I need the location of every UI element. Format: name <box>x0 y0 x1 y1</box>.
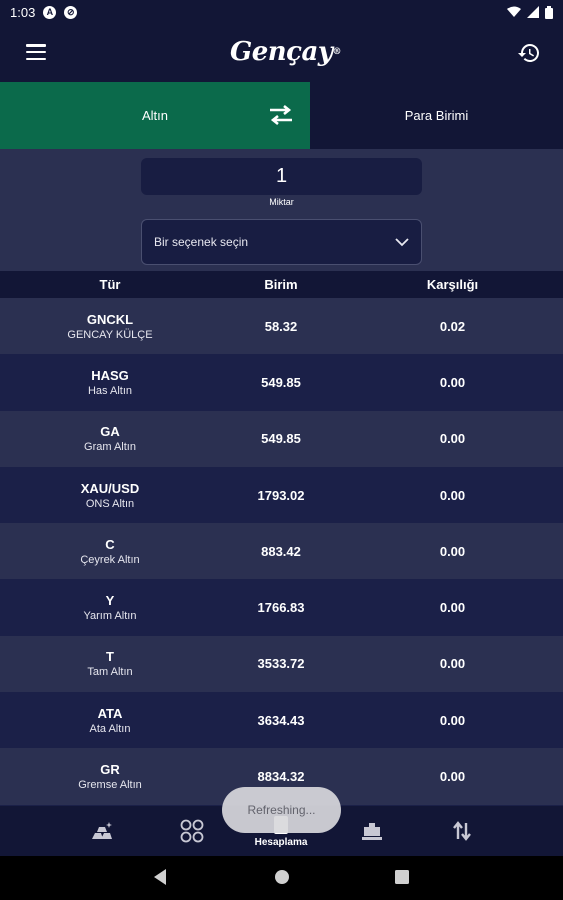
nav-exchange[interactable] <box>440 806 484 856</box>
row-code: GNCKL <box>86 311 134 327</box>
gold-bars-icon <box>92 822 112 839</box>
row-unit: 8834.32 <box>257 769 305 785</box>
table-row[interactable]: GNCKL GENCAY KÜLÇE 58.32 0.02 <box>0 298 563 355</box>
tab-bar: Altın Para Birimi <box>0 82 563 149</box>
row-code: GR <box>100 762 120 778</box>
table-row[interactable]: GA Gram Altın 549.85 0.00 <box>0 410 563 467</box>
tab-currency-label: Para Birimi <box>404 108 469 123</box>
table-row[interactable]: XAU/USD ONS Altın 1793.02 0.00 <box>0 466 563 524</box>
gold-type-select[interactable]: Bir seçenek seçin <box>141 219 422 265</box>
row-name: Gremse Altın <box>78 779 142 792</box>
row-name: Yarım Altın <box>83 610 137 623</box>
row-value: 0.00 <box>439 431 466 447</box>
rates-table: GNCKL GENCAY KÜLÇE 58.32 0.02 HASG Has Alt… <box>0 298 563 805</box>
back-icon[interactable] <box>152 868 168 886</box>
row-value: 0.00 <box>439 487 466 503</box>
row-name: ONS Altın <box>85 497 135 510</box>
android-auto-icon: A <box>43 5 57 19</box>
refreshing-toast: Refreshing... <box>222 787 341 833</box>
signal-icon <box>527 6 539 18</box>
row-value: 0.00 <box>439 543 466 559</box>
row-name: Tam Altın <box>87 666 133 679</box>
row-unit: 549.85 <box>261 374 301 390</box>
row-name: Gram Altın <box>84 441 136 454</box>
row-code: ATA <box>97 705 123 721</box>
battery-icon <box>545 5 553 19</box>
app-bar: Gençay ® <box>0 24 563 82</box>
table-row[interactable]: T Tam Altın 3533.72 0.00 <box>0 635 563 693</box>
row-code: C <box>105 536 115 552</box>
header-equivalent: Karşılığı <box>426 277 479 292</box>
row-value: 0.00 <box>439 656 466 672</box>
app-logo: Gençay ® <box>230 34 341 70</box>
row-unit: 883.42 <box>261 543 301 559</box>
row-name: Çeyrek Altın <box>80 553 140 566</box>
row-unit: 3533.72 <box>257 656 305 672</box>
menu-icon[interactable] <box>26 44 46 60</box>
row-code: T <box>106 649 114 665</box>
system-nav-bar <box>0 856 563 900</box>
exchange-arrows-icon <box>453 821 471 841</box>
row-unit: 3634.43 <box>257 712 305 728</box>
tab-gold[interactable]: Altın <box>0 82 310 149</box>
table-row[interactable]: ATA Ata Altın 3634.43 0.00 <box>0 692 563 749</box>
wifi-icon <box>507 6 521 17</box>
row-unit: 58.32 <box>264 318 298 334</box>
table-row[interactable]: HASG Has Altın 549.85 0.00 <box>0 354 563 411</box>
table-header: Tür Birim Karşılığı <box>0 271 563 298</box>
select-placeholder: Bir seçenek seçin <box>154 235 249 249</box>
nav-bank[interactable] <box>350 806 394 856</box>
row-code: GA <box>100 424 120 440</box>
recents-icon[interactable] <box>394 868 410 886</box>
logo-text: Gençay <box>230 37 333 67</box>
row-value: 0.00 <box>439 712 466 728</box>
logo-registered-mark: ® <box>332 47 341 57</box>
converter-form: Miktar Bir seçenek seçin <box>0 149 563 271</box>
row-value: 0.00 <box>439 374 466 390</box>
row-name: Ata Altın <box>89 722 131 735</box>
swap-arrows-icon[interactable] <box>268 104 294 126</box>
home-icon[interactable] <box>273 868 291 886</box>
row-name: Has Altın <box>87 384 133 397</box>
status-time: 1:03 <box>10 4 36 20</box>
quantity-input[interactable] <box>141 158 422 195</box>
nav-gold-bars[interactable] <box>80 806 124 856</box>
nav-currencies[interactable] <box>170 806 214 856</box>
table-row[interactable]: C Çeyrek Altın 883.42 0.00 <box>0 523 563 580</box>
nav-calculator-label: Hesaplama <box>254 836 308 848</box>
row-name: GENCAY KÜLÇE <box>67 328 153 341</box>
row-code: HASG <box>91 367 129 383</box>
history-icon[interactable] <box>517 41 541 65</box>
row-unit: 549.85 <box>261 431 301 447</box>
search-circle-icon: ⊘ <box>64 5 78 19</box>
bank-icon <box>362 823 382 840</box>
row-unit: 1793.02 <box>257 487 305 503</box>
tab-currency[interactable]: Para Birimi <box>310 82 563 149</box>
quantity-label: Miktar <box>269 197 294 207</box>
header-unit: Birim <box>264 277 298 292</box>
row-code: Y <box>105 593 115 609</box>
row-unit: 1766.83 <box>257 600 305 616</box>
row-value: 0.02 <box>439 318 466 334</box>
currency-grid-icon <box>180 819 204 843</box>
row-value: 0.00 <box>439 769 466 785</box>
status-bar: 1:03 A ⊘ <box>0 0 563 24</box>
chevron-down-icon <box>395 238 409 247</box>
row-value: 0.00 <box>439 600 466 616</box>
row-code: XAU/USD <box>80 480 140 496</box>
tab-gold-label: Altın <box>141 108 168 123</box>
header-type: Tür <box>99 277 121 292</box>
table-row[interactable]: Y Yarım Altın 1766.83 0.00 <box>0 579 563 636</box>
